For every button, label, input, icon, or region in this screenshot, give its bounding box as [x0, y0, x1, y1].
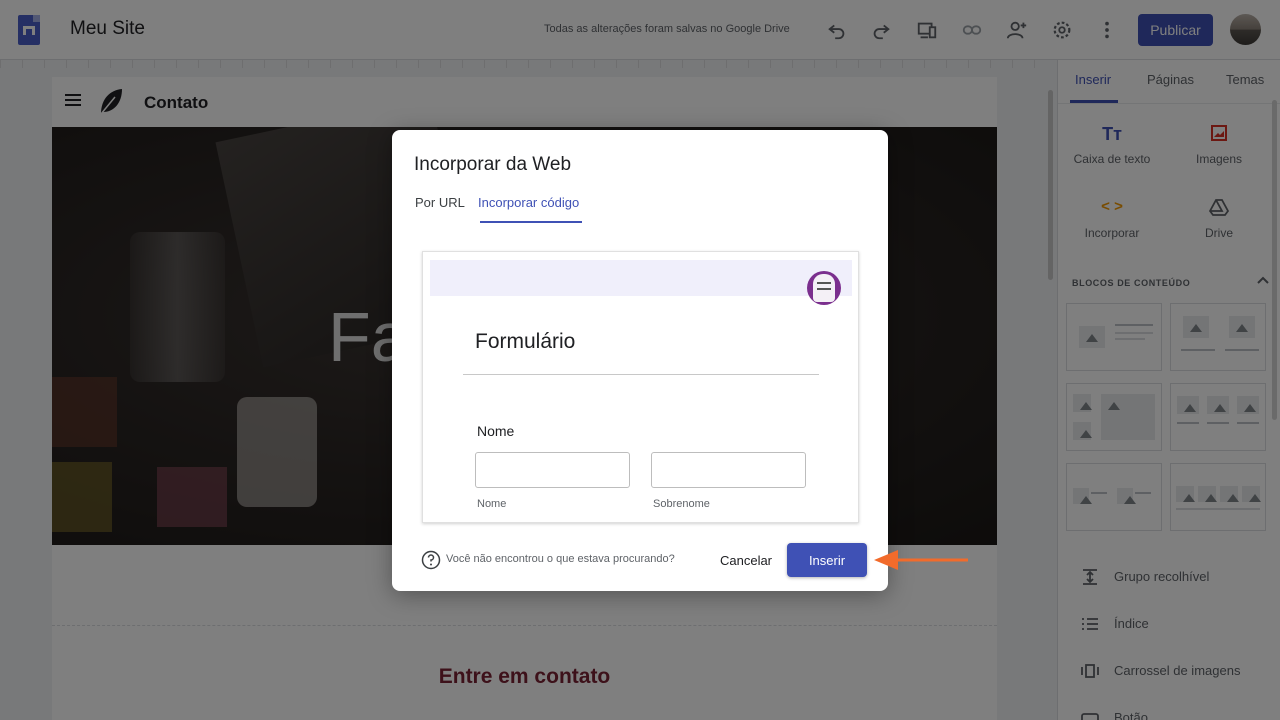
embed-preview: Formulário Nome Nome Sobrenome — [422, 251, 859, 523]
form-header-band — [430, 260, 852, 296]
form-divider — [463, 374, 819, 375]
help-icon[interactable] — [421, 550, 441, 570]
form-avatar — [807, 271, 841, 305]
dialog-title: Incorporar da Web — [414, 154, 572, 175]
embed-dialog: Incorporar da Web Por URL Incorporar cód… — [392, 130, 888, 591]
first-name-input[interactable] — [475, 452, 630, 488]
tab-by-url[interactable]: Por URL — [415, 195, 465, 210]
dialog-tab-indicator — [480, 221, 582, 223]
last-name-sublabel: Sobrenome — [653, 498, 710, 510]
cancel-button[interactable]: Cancelar — [714, 544, 778, 576]
form-title: Formulário — [475, 330, 576, 353]
tab-embed-code[interactable]: Incorporar código — [478, 195, 579, 210]
annotation-arrow-icon — [874, 550, 968, 570]
first-name-sublabel: Nome — [477, 498, 507, 510]
field-label-name: Nome — [477, 423, 515, 439]
help-link[interactable]: Você não encontrou o que estava procuran… — [446, 553, 675, 565]
last-name-input[interactable] — [651, 452, 806, 488]
insert-button[interactable]: Inserir — [787, 543, 867, 577]
